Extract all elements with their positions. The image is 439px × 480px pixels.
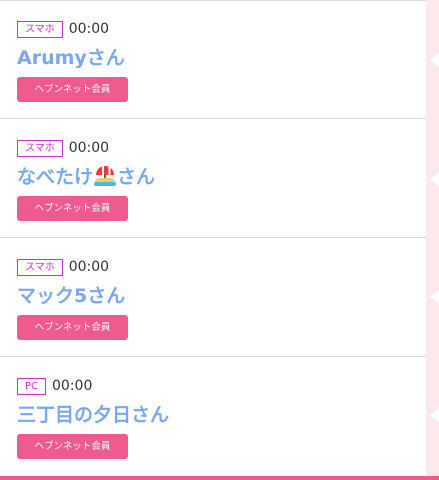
- member-badge: ヘブンネット会員: [17, 196, 128, 221]
- visit-meta: PC 00:00: [17, 377, 92, 395]
- visitor-name-text: 三丁目の夕日さん: [17, 403, 170, 426]
- visit-meta: スマホ 00:00: [17, 20, 109, 38]
- side-arrow-icon: [430, 408, 439, 422]
- side-arrow-icon: [430, 53, 439, 67]
- member-badge: ヘブンネット会員: [17, 434, 128, 459]
- visitor-entry[interactable]: スマホ 00:00 マック5さん ヘブンネット会員: [0, 239, 426, 357]
- device-badge: スマホ: [17, 139, 63, 157]
- visitor-entry[interactable]: スマホ 00:00 なべたけ さん ヘブンネット会員: [0, 120, 426, 238]
- visitor-name-text: Arumyさん: [17, 46, 125, 69]
- access-history-page: スマホ 00:00 Arumyさん ヘブンネット会員 スマホ 00:00 なべた…: [0, 0, 439, 480]
- visitor-name[interactable]: なべたけ さん: [17, 162, 155, 188]
- visit-time: 00:00: [68, 259, 110, 275]
- visitor-entry[interactable]: スマホ 00:00 Arumyさん ヘブンネット会員: [0, 1, 426, 119]
- side-arrow-icon: [430, 290, 439, 304]
- visitor-name-text: マック5さん: [17, 284, 126, 307]
- device-badge: スマホ: [17, 20, 63, 38]
- visitor-name[interactable]: 三丁目の夕日さん: [17, 400, 169, 426]
- member-badge: ヘブンネット会員: [17, 77, 128, 102]
- visit-time: 00:00: [52, 378, 93, 394]
- side-arrow-icon: [430, 172, 439, 186]
- visitor-name-suffix: さん: [117, 165, 156, 188]
- visitor-list: スマホ 00:00 Arumyさん ヘブンネット会員 スマホ 00:00 なべた…: [0, 0, 426, 476]
- visit-meta: スマホ 00:00: [17, 139, 109, 157]
- footer-bar: [0, 476, 439, 480]
- visit-time: 00:00: [68, 21, 110, 37]
- visitor-entry[interactable]: PC 00:00 三丁目の夕日さん ヘブンネット会員: [0, 358, 426, 476]
- visitor-name-text: なべたけ: [17, 165, 94, 188]
- visit-meta: スマホ 00:00: [17, 258, 109, 276]
- device-badge: PC: [17, 377, 47, 395]
- beach-umbrella-icon: [94, 164, 117, 186]
- member-badge: ヘブンネット会員: [17, 315, 128, 340]
- device-badge: スマホ: [17, 258, 63, 276]
- visitor-name[interactable]: マック5さん: [17, 281, 125, 307]
- visitor-name[interactable]: Arumyさん: [17, 43, 125, 69]
- side-panel: [426, 0, 439, 480]
- visit-time: 00:00: [68, 140, 110, 156]
